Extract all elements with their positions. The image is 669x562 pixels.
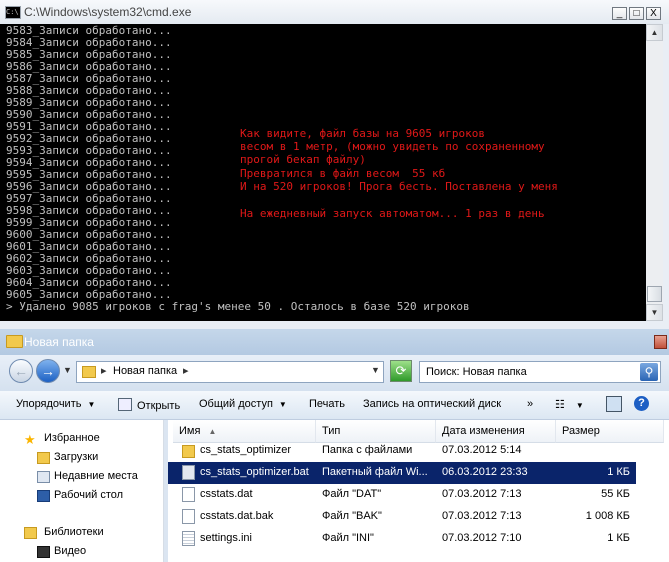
file-type: Папка с файлами bbox=[322, 444, 413, 456]
preview-pane-icon[interactable] bbox=[606, 396, 622, 412]
annotation-line: На ежедневный запуск автоматом... 1 раз … bbox=[240, 207, 545, 220]
file-name: csstats.dat bbox=[200, 488, 253, 500]
back-button[interactable]: ← bbox=[9, 359, 33, 383]
file-row[interactable]: cs_stats_optimizer Папка с файлами 07.03… bbox=[168, 440, 636, 462]
forward-button[interactable]: → bbox=[36, 359, 60, 383]
file-row-selected[interactable]: cs_stats_optimizer.bat Пакетный файл Wi.… bbox=[168, 462, 636, 484]
explorer-window-title: Новая папка bbox=[24, 335, 94, 349]
nav-item-desktop[interactable]: Рабочий стол bbox=[54, 489, 123, 501]
nav-item-recent[interactable]: Недавние места bbox=[54, 470, 138, 482]
folder-icon bbox=[182, 445, 195, 458]
console-summary-line: > Удалено 9085 игроков с frag's менее 50… bbox=[6, 300, 470, 313]
chevron-down-icon: ▼ bbox=[278, 400, 287, 409]
file-row[interactable]: csstats.dat Файл "DAT" 07.03.2012 7:13 5… bbox=[168, 484, 636, 506]
organize-button[interactable]: Упорядочить ▼ bbox=[16, 398, 95, 410]
file-size: 55 КБ bbox=[601, 488, 630, 500]
breadcrumb-item[interactable]: Новая папка bbox=[113, 365, 177, 377]
search-input[interactable]: Поиск: Новая папка ⚲ bbox=[419, 361, 661, 383]
folder-icon bbox=[6, 335, 23, 348]
more-button[interactable]: » bbox=[527, 398, 533, 410]
file-name: cs_stats_optimizer.bat bbox=[200, 466, 309, 478]
file-row[interactable]: csstats.dat.bak Файл "BAK" 07.03.2012 7:… bbox=[168, 506, 636, 528]
chevron-down-icon[interactable]: ▼ bbox=[371, 365, 380, 375]
desktop-icon bbox=[37, 490, 50, 502]
annotation-line: Как видите, файл базы на 9605 игроков bbox=[240, 127, 486, 140]
help-icon[interactable]: ? bbox=[634, 396, 649, 411]
command-bar: Упорядочить ▼ Открыть Общий доступ ▼ Печат… bbox=[0, 391, 669, 420]
file-date: 07.03.2012 7:13 bbox=[442, 510, 522, 522]
file-date: 07.03.2012 5:14 bbox=[442, 444, 522, 456]
file-size: 1 008 КБ bbox=[585, 510, 630, 522]
file-size: 1 КБ bbox=[607, 532, 630, 544]
recent-places-icon bbox=[37, 471, 50, 483]
vertical-scrollbar[interactable]: ▲ ▼ bbox=[646, 24, 663, 321]
open-button[interactable]: Открыть bbox=[118, 398, 180, 412]
sort-ascending-icon: ▲ bbox=[208, 427, 217, 436]
pane-divider[interactable] bbox=[163, 420, 164, 562]
open-icon bbox=[118, 398, 132, 411]
file-icon bbox=[182, 487, 195, 502]
file-row[interactable]: settings.ini Файл "INI" 07.03.2012 7:10 … bbox=[168, 528, 636, 550]
folder-icon bbox=[82, 366, 96, 378]
breadcrumb-separator-icon[interactable]: ▸ bbox=[101, 364, 107, 377]
file-name: csstats.dat.bak bbox=[200, 510, 274, 522]
chevron-down-icon: ▼ bbox=[87, 400, 96, 409]
annotation-line: И на 520 игроков! Прога бесть. Поставлен… bbox=[240, 180, 558, 193]
minimize-button[interactable]: _ bbox=[612, 7, 627, 20]
cmd-window-icon: C:\ bbox=[5, 6, 21, 19]
batch-file-icon bbox=[182, 465, 195, 480]
cmd-window: C:\ C:\Windows\system32\cmd.exe _ □ X 95… bbox=[0, 0, 669, 329]
explorer-title-bar[interactable]: Новая папка bbox=[0, 329, 669, 355]
file-date: 07.03.2012 7:10 bbox=[442, 532, 522, 544]
ini-file-icon bbox=[182, 531, 195, 546]
file-size: 1 КБ bbox=[607, 466, 630, 478]
scrollbar-thumb[interactable] bbox=[647, 286, 662, 302]
refresh-button[interactable]: ⟳ bbox=[390, 360, 412, 382]
cmd-title-bar[interactable]: C:\ C:\Windows\system32\cmd.exe _ □ X bbox=[0, 0, 669, 24]
file-name: cs_stats_optimizer bbox=[200, 444, 292, 456]
search-placeholder: Поиск: Новая папка bbox=[426, 366, 527, 378]
nav-item-downloads[interactable]: Загрузки bbox=[54, 451, 98, 463]
video-icon bbox=[37, 546, 50, 558]
file-type: Файл "DAT" bbox=[322, 488, 382, 500]
console-output[interactable]: 9583_Записи обработано... 9584_Записи об… bbox=[0, 24, 646, 321]
organize-label: Упорядочить bbox=[16, 398, 82, 410]
file-type: Файл "BAK" bbox=[322, 510, 382, 522]
scroll-up-icon[interactable]: ▲ bbox=[646, 24, 663, 41]
file-list: Имя ▲ Тип Дата изменения Размер cs_stats_… bbox=[168, 420, 669, 562]
nav-item-favorites[interactable]: Избранное bbox=[44, 432, 100, 444]
file-type: Пакетный файл Wi... bbox=[322, 466, 428, 478]
star-icon: ★ bbox=[24, 432, 36, 447]
scroll-down-icon[interactable]: ▼ bbox=[646, 304, 663, 321]
file-name: settings.ini bbox=[200, 532, 252, 544]
search-icon[interactable]: ⚲ bbox=[640, 363, 658, 381]
burn-button[interactable]: Запись на оптический диск bbox=[363, 398, 501, 410]
breadcrumb-separator-icon[interactable]: ▸ bbox=[183, 364, 189, 377]
explorer-window: Новая папка ← → ▼ ▸ Новая папка ▸ ▼ ⟳ По… bbox=[0, 329, 669, 562]
address-bar[interactable]: ▸ Новая папка ▸ ▼ bbox=[76, 361, 384, 383]
view-options-icon[interactable]: ☷ ▼ bbox=[555, 398, 584, 411]
share-label: Общий доступ bbox=[199, 398, 273, 410]
column-header-name-label: Имя bbox=[179, 425, 201, 437]
close-button[interactable] bbox=[654, 335, 667, 349]
annotation-line: весом в 1 метр, (можно увидеть по сохран… bbox=[240, 140, 545, 153]
open-label: Открыть bbox=[137, 400, 181, 412]
file-icon bbox=[182, 509, 195, 524]
nav-item-libraries[interactable]: Библиотеки bbox=[44, 526, 104, 538]
close-button[interactable]: X bbox=[646, 7, 661, 20]
annotation-line: Превратился в файл весом 55 кб bbox=[240, 167, 446, 180]
share-button[interactable]: Общий доступ ▼ bbox=[199, 398, 287, 410]
downloads-folder-icon bbox=[37, 452, 50, 464]
libraries-icon bbox=[24, 527, 37, 539]
chevron-down-icon[interactable]: ▼ bbox=[63, 365, 72, 375]
nav-item-video[interactable]: Видео bbox=[54, 545, 86, 557]
maximize-button[interactable]: □ bbox=[629, 7, 644, 20]
file-date: 07.03.2012 7:13 bbox=[442, 488, 522, 500]
navigation-pane: ★ Избранное Загрузки Недавние места Рабо… bbox=[0, 420, 163, 562]
annotation-line: прогой бекап файлу) bbox=[240, 153, 366, 166]
cmd-window-title: C:\Windows\system32\cmd.exe bbox=[24, 5, 192, 19]
file-date: 06.03.2012 23:33 bbox=[442, 466, 528, 478]
file-type: Файл "INI" bbox=[322, 532, 374, 544]
print-button[interactable]: Печать bbox=[309, 398, 345, 410]
